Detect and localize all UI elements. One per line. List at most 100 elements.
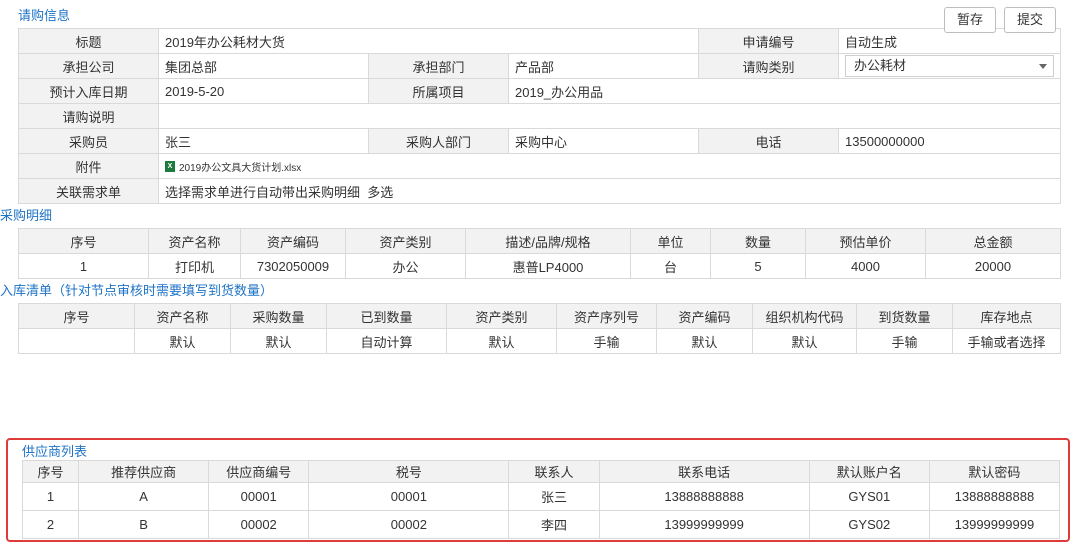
request-info-table: 标题 2019年办公耗材大货 申请编号 自动生成 承担公司 集团总部 承担部门 … <box>18 28 1062 204</box>
column-header: 默认账户名 <box>808 460 930 483</box>
column-header: 总金额 <box>925 228 1061 254</box>
table-cell: 默认 <box>230 328 327 354</box>
column-header: 描述/品牌/规格 <box>465 228 631 254</box>
table-cell: 自动计算 <box>326 328 447 354</box>
table-cell: 00001 <box>308 482 510 511</box>
excel-file-icon: X <box>165 161 175 173</box>
supplier-list-highlight: 供应商列表 序号 推荐供应商 供应商编号 税号 联系人 联系电话 默认账户名 默… <box>6 438 1070 542</box>
type-select[interactable]: 办公耗材 <box>845 55 1055 77</box>
purchase-detail-table: 序号 资产名称 资产编码 资产类别 描述/品牌/规格 单位 数量 预估单价 总金… <box>18 228 1061 279</box>
request-info-title: 请购信息 <box>18 8 71 23</box>
table-row[interactable]: 1 A 00001 00001 张三 13888888888 GYS01 138… <box>21 482 1061 511</box>
title-field[interactable]: 2019年办公耗材大货 <box>157 28 700 54</box>
attach-cell: X 2019办公文具大货计划.xlsx <box>157 153 1062 179</box>
table-cell: 李四 <box>508 510 600 539</box>
attach-label: 附件 <box>18 153 159 179</box>
column-header: 库存地点 <box>952 303 1061 329</box>
column-header: 到货数量 <box>856 303 953 329</box>
column-header: 序号 <box>18 228 149 254</box>
dept-field[interactable]: 产品部 <box>507 53 700 79</box>
table-cell: 惠普LP4000 <box>465 253 631 279</box>
column-header: 序号 <box>21 460 80 483</box>
table-cell: 00002 <box>208 510 310 539</box>
table-cell: B <box>78 510 210 539</box>
table-cell: 1 <box>21 482 80 511</box>
buyer-dept-field[interactable]: 采购中心 <box>507 128 700 154</box>
date-field[interactable]: 2019-5-20 <box>158 78 369 104</box>
table-cell[interactable]: 手输 <box>556 328 657 354</box>
table-cell: 5 <box>710 253 806 279</box>
column-header: 资产类别 <box>446 303 557 329</box>
column-header: 资产名称 <box>148 228 241 254</box>
buyer-field[interactable]: 张三 <box>158 128 369 154</box>
column-header: 单位 <box>630 228 711 254</box>
demand-select[interactable]: 选择需求单进行自动带出采购明细 <box>165 185 360 200</box>
purchase-request-form: 请购信息 暂存 提交 标题 2019年办公耗材大货 申请编号 自动生成 承担公司… <box>0 4 1062 354</box>
attachment-link[interactable]: 2019办公文具大货计划.xlsx <box>179 163 301 174</box>
inbound-list-table: 序号 资产名称 采购数量 已到数量 资产类别 资产序列号 资产编码 组织机构代码… <box>18 303 1061 354</box>
table-cell: GYS02 <box>808 510 930 539</box>
table-cell: 00002 <box>308 510 510 539</box>
project-field[interactable]: 2019_办公用品 <box>507 78 1062 104</box>
table-cell: GYS01 <box>808 482 930 511</box>
table-cell: 7302050009 <box>240 253 346 279</box>
column-header: 税号 <box>308 460 510 483</box>
column-header: 序号 <box>18 303 135 329</box>
company-field[interactable]: 集团总部 <box>158 53 369 79</box>
supplier-list-table: 序号 推荐供应商 供应商编号 税号 联系人 联系电话 默认账户名 默认密码 1 … <box>21 460 1061 539</box>
table-cell: 办公 <box>345 253 466 279</box>
supplier-list-header: 序号 推荐供应商 供应商编号 税号 联系人 联系电话 默认账户名 默认密码 <box>21 460 1061 483</box>
table-cell: 13999999999 <box>928 510 1061 539</box>
column-header: 组织机构代码 <box>752 303 857 329</box>
column-header: 推荐供应商 <box>78 460 210 483</box>
table-cell[interactable]: 手输 <box>856 328 953 354</box>
buyer-dept-label: 采购人部门 <box>368 128 509 154</box>
table-cell: 13999999999 <box>598 510 810 539</box>
type-select-value: 办公耗材 <box>854 58 907 73</box>
column-header: 联系电话 <box>598 460 810 483</box>
form-toolbar: 暂存 提交 <box>943 7 1056 33</box>
table-row[interactable]: 2 B 00002 00002 李四 13999999999 GYS02 139… <box>21 510 1061 539</box>
purchase-detail-title: 采购明细 <box>0 208 53 223</box>
column-header: 资产名称 <box>134 303 231 329</box>
buyer-label: 采购员 <box>18 128 159 154</box>
date-label: 预计入库日期 <box>18 78 159 104</box>
multi-select-option[interactable]: 多选 <box>367 185 393 200</box>
table-row[interactable]: 1 打印机 7302050009 办公 惠普LP4000 台 5 4000 20… <box>18 253 1061 279</box>
dept-label: 承担部门 <box>368 53 509 79</box>
title-label: 标题 <box>18 28 159 54</box>
save-draft-button[interactable]: 暂存 <box>943 7 996 33</box>
table-cell: 打印机 <box>148 253 241 279</box>
table-cell: 4000 <box>805 253 926 279</box>
table-cell: 默认 <box>752 328 857 354</box>
column-header: 数量 <box>710 228 806 254</box>
company-label: 承担公司 <box>18 53 159 79</box>
supplier-list-title: 供应商列表 <box>22 444 88 459</box>
table-cell: 默认 <box>446 328 557 354</box>
column-header: 资产编码 <box>240 228 346 254</box>
phone-field[interactable]: 13500000000 <box>838 128 1062 154</box>
submit-button[interactable]: 提交 <box>1003 7 1056 33</box>
inbound-list-header: 序号 资产名称 采购数量 已到数量 资产类别 资产序列号 资产编码 组织机构代码… <box>18 303 1061 329</box>
phone-label: 电话 <box>698 128 840 154</box>
column-header: 预估单价 <box>805 228 926 254</box>
table-cell: 20000 <box>925 253 1061 279</box>
demand-label: 关联需求单 <box>18 178 159 204</box>
desc-label: 请购说明 <box>18 103 159 129</box>
table-row[interactable]: 默认 默认 自动计算 默认 手输 默认 默认 手输 手输或者选择 <box>18 328 1061 354</box>
column-header: 资产序列号 <box>556 303 657 329</box>
purchase-detail-header: 序号 资产名称 资产编码 资产类别 描述/品牌/规格 单位 数量 预估单价 总金… <box>18 228 1061 254</box>
column-header: 联系人 <box>508 460 600 483</box>
desc-field[interactable] <box>157 103 1062 129</box>
table-cell[interactable]: 手输或者选择 <box>952 328 1061 354</box>
column-header: 默认密码 <box>928 460 1061 483</box>
chevron-down-icon <box>1039 64 1048 69</box>
table-cell: 默认 <box>656 328 753 354</box>
table-cell <box>18 328 135 354</box>
table-cell: 张三 <box>508 482 600 511</box>
table-cell: 默认 <box>134 328 231 354</box>
column-header: 供应商编号 <box>208 460 310 483</box>
column-header: 资产编码 <box>656 303 753 329</box>
table-cell: 台 <box>630 253 711 279</box>
table-cell: 13888888888 <box>598 482 810 511</box>
